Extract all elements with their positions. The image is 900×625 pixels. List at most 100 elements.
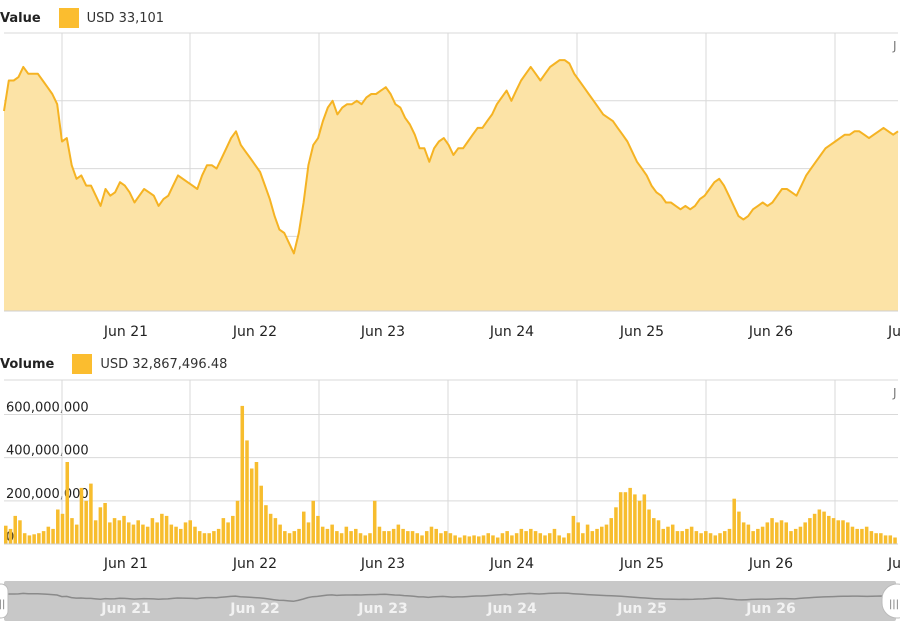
volume-bar (727, 528, 732, 544)
volume-bar (240, 405, 245, 544)
volume-bar (808, 518, 812, 544)
volume-bar (65, 462, 70, 544)
volume-bar (27, 535, 32, 544)
volume-bar (287, 533, 292, 544)
volume-bar (354, 528, 358, 544)
volume-bar (283, 531, 287, 544)
volume-bar (169, 524, 174, 544)
volume-bar (155, 522, 159, 544)
volume-bar (164, 515, 169, 544)
volume-bar (126, 522, 131, 544)
volume-bar (212, 531, 216, 544)
volume-bar (637, 500, 642, 544)
volume-bar (74, 524, 79, 544)
volume-bar (278, 524, 282, 544)
volume-bar (273, 518, 278, 544)
volume-bar (339, 533, 344, 544)
value-x-tick-label: Jun 24 (489, 324, 534, 340)
volume-bar (122, 515, 126, 544)
volume-bar (685, 528, 689, 544)
volume-bar (410, 531, 415, 544)
volume-bar (458, 537, 462, 544)
volume-x-tick-label: Jun (887, 556, 900, 572)
volume-bar (491, 535, 495, 544)
value-x-tick-label: Jun 22 (232, 324, 277, 340)
volume-bar (585, 524, 590, 544)
volume-bar (13, 515, 17, 544)
volume-y-tick-label: 400,000,000 (6, 444, 89, 459)
volume-bar (183, 522, 188, 544)
volume-bar (306, 522, 311, 544)
navigator[interactable]: Jun 21 Jun 22 Jun 23 Jun 24 Jun 25 Jun 26|| ||… (0, 576, 900, 625)
navigator-x-tick-label: Jun 22 (229, 601, 280, 617)
volume-bar (746, 524, 751, 544)
volume-bar (249, 468, 254, 544)
volume-bar (429, 526, 434, 544)
volume-bar (98, 507, 103, 544)
volume-bar (864, 526, 869, 544)
value-chart[interactable]: 28,00030,00032,00034,000Jun 21Jun 22Jun … (0, 0, 900, 346)
volume-bar (112, 518, 117, 544)
volume-bar (320, 526, 325, 544)
volume-bar (235, 500, 240, 544)
volume-bar (56, 509, 60, 544)
volume-bar (533, 531, 538, 544)
volume-x-tick-label: Jun 22 (232, 556, 277, 572)
volume-bar (486, 533, 491, 544)
volume-bar (557, 535, 561, 544)
volume-bar (330, 524, 334, 544)
volume-bar (500, 533, 505, 544)
volume-chart[interactable]: 0200,000,000400,000,000600,000,000Jun 21… (0, 346, 900, 576)
volume-bar (136, 520, 140, 544)
volume-y-tick-label: 600,000,000 (6, 401, 89, 416)
volume-bar (775, 522, 779, 544)
volume-bar (226, 522, 230, 544)
volume-bar (335, 531, 339, 544)
value-x-tick-label: Jun 26 (748, 324, 793, 340)
volume-bar (387, 531, 391, 544)
volume-bar (595, 528, 599, 544)
volume-edge-tick: J (892, 386, 897, 400)
volume-bar (855, 528, 859, 544)
volume-bar (860, 528, 864, 544)
volume-bar (160, 513, 164, 544)
volume-bar (79, 487, 84, 544)
volume-x-tick-label: Jun 21 (103, 556, 148, 572)
volume-bar (633, 494, 637, 544)
volume-bar (571, 515, 576, 544)
volume-bar (420, 535, 424, 544)
volume-bar (197, 531, 202, 544)
volume-bar (670, 524, 675, 544)
volume-x-tick-label: Jun 26 (748, 556, 793, 572)
value-x-tick-label: Jun (887, 324, 900, 340)
volume-bar (888, 535, 893, 544)
volume-bar (316, 515, 320, 544)
volume-bar (117, 520, 122, 544)
volume-bar (609, 518, 613, 544)
volume-bar (529, 528, 533, 544)
volume-bar (188, 520, 193, 544)
volume-bar (396, 524, 401, 544)
volume-bar (850, 526, 855, 544)
volume-bar (477, 536, 481, 544)
volume-bar (704, 531, 708, 544)
volume-bar (424, 531, 429, 544)
volume-bar (576, 522, 580, 544)
volume-bar (481, 535, 486, 544)
volume-bar (406, 531, 410, 544)
volume-bar (368, 533, 372, 544)
volume-bar (297, 528, 301, 544)
volume-bar (779, 520, 784, 544)
volume-bar (245, 440, 249, 544)
volume-bar (623, 492, 628, 544)
volume-bar (883, 535, 888, 544)
volume-bar (259, 485, 263, 544)
volume-bar (590, 531, 595, 544)
value-x-tick-label: Jun 23 (360, 324, 405, 340)
volume-bar (434, 528, 438, 544)
volume-bar (798, 526, 803, 544)
volume-bar (462, 535, 467, 544)
volume-bar (760, 526, 765, 544)
volume-bar (789, 531, 793, 544)
volume-bar (46, 526, 51, 544)
